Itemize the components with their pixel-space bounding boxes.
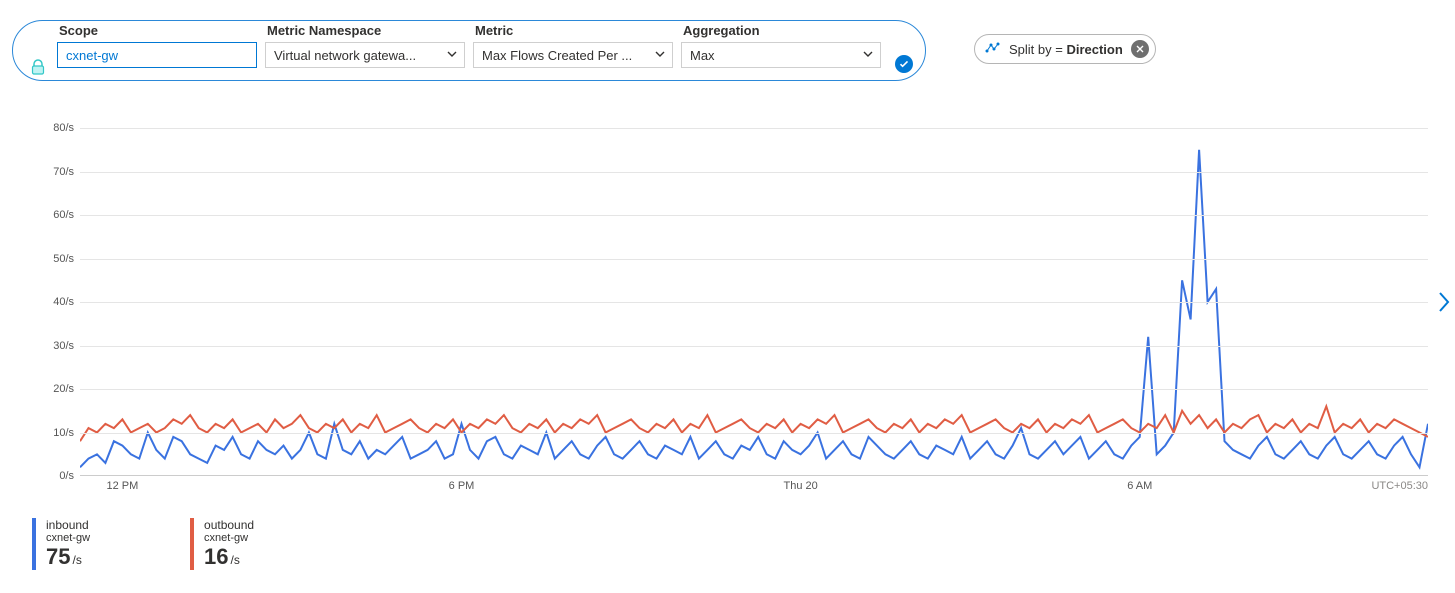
aggregation-value: Max [690, 48, 715, 63]
x-tick-label: 12 PM [106, 480, 138, 492]
legend-value: 75/s [46, 544, 90, 570]
legend-resource-name: cxnet-gw [46, 532, 90, 544]
grid-line [80, 128, 1428, 129]
legend-series-name: inbound [46, 518, 90, 532]
legend-resource-name: cxnet-gw [204, 532, 254, 544]
scope-input[interactable] [57, 42, 257, 68]
legend-swatch [190, 518, 194, 570]
scatter-icon [985, 41, 1001, 58]
chevron-right-icon[interactable] [1437, 290, 1451, 317]
legend-value: 16/s [204, 544, 254, 570]
scope-label: Scope [57, 23, 257, 38]
y-tick-label: 20/s [53, 383, 74, 395]
aggregation-field: Aggregation Max [681, 23, 881, 68]
namespace-value: Virtual network gatewa... [274, 48, 416, 63]
splitby-pill[interactable]: Split by = Direction [974, 34, 1156, 64]
confirm-icon[interactable] [895, 55, 913, 73]
legend-item-outbound[interactable]: outboundcxnet-gw16/s [190, 518, 254, 570]
y-tick-label: 0/s [59, 470, 74, 482]
x-tick-label: 6 AM [1127, 480, 1152, 492]
legend-text: outboundcxnet-gw16/s [204, 518, 254, 570]
chevron-down-icon [654, 48, 666, 63]
x-axis-labels: UTC+05:30 12 PM 6 PM Thu 20 6 AM [80, 480, 1428, 498]
series-inbound [80, 150, 1428, 468]
legend-swatch [32, 518, 36, 570]
y-tick-label: 50/s [53, 253, 74, 265]
metric-field: Metric Max Flows Created Per ... [473, 23, 673, 68]
grid-line [80, 172, 1428, 173]
chevron-down-icon [446, 48, 458, 63]
metric-filter-bubble: Scope Metric Namespace Virtual network g… [12, 20, 926, 81]
grid-line [80, 433, 1428, 434]
x-tick-label: 6 PM [449, 480, 475, 492]
grid-line [80, 346, 1428, 347]
y-tick-label: 60/s [53, 209, 74, 221]
y-tick-label: 40/s [53, 296, 74, 308]
series-outbound [80, 406, 1428, 441]
legend-item-inbound[interactable]: inboundcxnet-gw75/s [32, 518, 90, 570]
metric-dropdown[interactable]: Max Flows Created Per ... [473, 42, 673, 68]
plot-area[interactable] [80, 128, 1428, 476]
timezone-label: UTC+05:30 [1371, 480, 1428, 492]
y-axis-labels: 0/s10/s20/s30/s40/s50/s60/s70/s80/s [32, 128, 78, 476]
x-tick-label: Thu 20 [784, 480, 818, 492]
legend-text: inboundcxnet-gw75/s [46, 518, 90, 570]
grid-line [80, 302, 1428, 303]
y-tick-label: 80/s [53, 122, 74, 134]
namespace-field: Metric Namespace Virtual network gatewa.… [265, 23, 465, 68]
chart-legend: inboundcxnet-gw75/soutboundcxnet-gw16/s [32, 518, 254, 570]
grid-line [80, 259, 1428, 260]
legend-series-name: outbound [204, 518, 254, 532]
grid-line [80, 389, 1428, 390]
metric-value: Max Flows Created Per ... [482, 48, 632, 63]
namespace-label: Metric Namespace [265, 23, 465, 38]
splitby-text: Split by = Direction [1009, 42, 1123, 57]
metric-label: Metric [473, 23, 673, 38]
chevron-down-icon [862, 48, 874, 63]
lock-icon [31, 59, 45, 78]
grid-line [80, 215, 1428, 216]
scope-field: Scope [57, 23, 257, 68]
y-tick-label: 70/s [53, 166, 74, 178]
close-icon[interactable] [1131, 40, 1149, 58]
aggregation-label: Aggregation [681, 23, 881, 38]
y-tick-label: 10/s [53, 427, 74, 439]
metrics-chart: 0/s10/s20/s30/s40/s50/s60/s70/s80/s UTC+… [32, 128, 1428, 498]
y-tick-label: 30/s [53, 340, 74, 352]
namespace-dropdown[interactable]: Virtual network gatewa... [265, 42, 465, 68]
aggregation-dropdown[interactable]: Max [681, 42, 881, 68]
